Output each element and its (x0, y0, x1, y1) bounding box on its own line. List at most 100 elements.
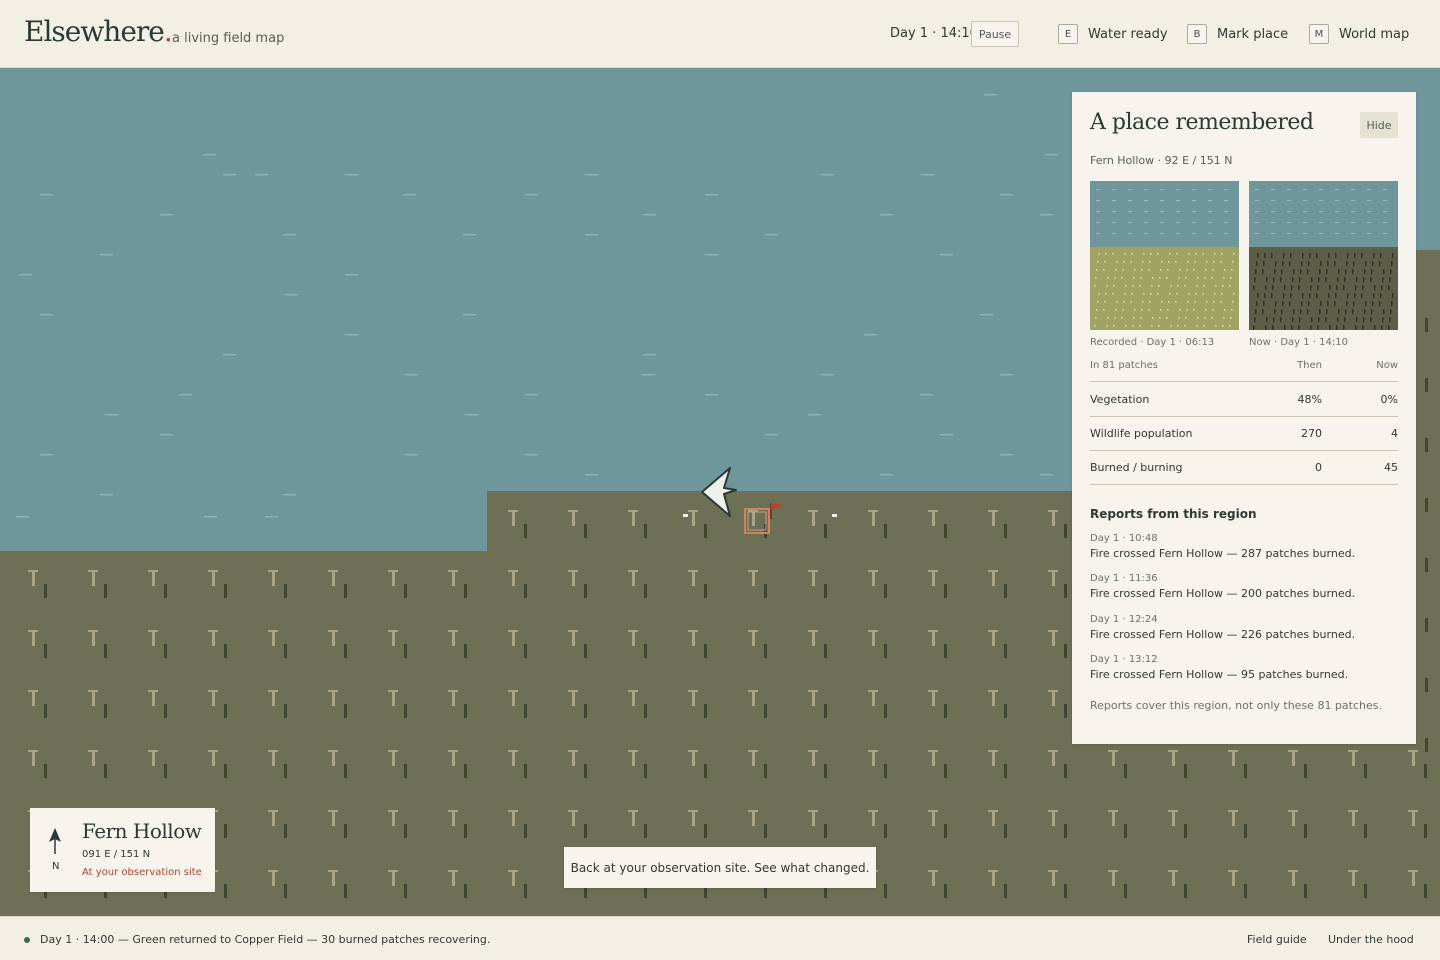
wave-mark (585, 474, 598, 476)
thumb-patch (1151, 325, 1153, 327)
thumb-wave (1160, 189, 1164, 190)
wave-mark (880, 214, 893, 216)
thumb-patch (1224, 269, 1226, 271)
stubble-mark (268, 690, 278, 692)
hide-panel-button[interactable]: Hide (1360, 112, 1398, 138)
thumb-wave (1351, 233, 1355, 234)
stubble-mark (524, 524, 527, 538)
thumb-patch (1223, 317, 1225, 319)
thumb-patch (1300, 269, 1302, 274)
wave-mark (880, 474, 893, 476)
stubble-mark (328, 570, 338, 572)
stubble-mark (644, 764, 647, 778)
thumb-patch (1161, 301, 1163, 303)
stubble-mark (148, 630, 158, 632)
thumb-patch (1176, 293, 1178, 295)
stubble-mark (1064, 584, 1067, 598)
stubble-mark (824, 764, 827, 778)
stubble-mark (872, 692, 875, 706)
wave-mark (40, 194, 53, 196)
stubble-mark (572, 572, 575, 586)
under-the-hood-link[interactable]: Under the hood (1328, 933, 1414, 946)
thumb-wave (1255, 189, 1259, 190)
thumb-land (1249, 247, 1398, 330)
thumb-patch (1115, 309, 1117, 311)
thumb-patch (1105, 253, 1107, 255)
stubble-mark (1052, 812, 1055, 826)
wildlife-mark (832, 514, 837, 517)
world-map-action[interactable]: M World map (1309, 24, 1409, 44)
stubble-mark (928, 510, 938, 512)
thumb-patch (1106, 325, 1108, 327)
stat-then: 270 (1301, 427, 1322, 440)
stubble-mark (752, 572, 755, 586)
stubble-mark (328, 750, 338, 752)
stubble-mark (452, 692, 455, 706)
stubble-mark (44, 764, 47, 778)
mark-place-action[interactable]: B Mark place (1187, 24, 1288, 44)
stubble-mark (572, 692, 575, 706)
bottom-bar: Day 1 · 14:00 — Green returned to Copper… (0, 916, 1440, 960)
thumb-patch (1362, 325, 1364, 330)
report-item: Day 1 · 10:48 Fire crossed Fern Hollow —… (1090, 533, 1400, 560)
stubble-mark (932, 752, 935, 766)
stubble-mark (332, 632, 335, 646)
stubble-mark (644, 584, 647, 598)
thumb-patch (1197, 277, 1199, 279)
stubble-mark (928, 630, 938, 632)
stubble-mark (92, 692, 95, 706)
stubble-mark (568, 570, 578, 572)
stubble-mark (632, 812, 635, 826)
thumb-wave (1271, 189, 1275, 190)
stubble-mark (868, 510, 878, 512)
location-status: At your observation site (82, 867, 202, 878)
wave-mark (403, 194, 416, 196)
thumb-patch (1152, 317, 1154, 319)
stubble-mark (928, 870, 938, 872)
stubble-mark (404, 644, 407, 658)
stubble-mark (88, 570, 98, 572)
stubble-mark (692, 812, 695, 826)
thumb-wave (1287, 211, 1291, 212)
stubble-mark (388, 690, 398, 692)
thumb-patch (1206, 301, 1208, 303)
thumb-patch (1292, 277, 1294, 282)
thumb-patch (1177, 285, 1179, 287)
stubble-mark (208, 690, 218, 692)
thumb-patch (1364, 309, 1366, 314)
thumb-patch (1389, 277, 1391, 282)
thumb-patch (1284, 325, 1286, 330)
stat-now: 45 (1384, 461, 1398, 474)
field-guide-link[interactable]: Field guide (1247, 933, 1307, 946)
stubble-mark (212, 692, 215, 706)
app-logo[interactable]: Elsewhere. (24, 15, 173, 48)
thumb-patch (1338, 269, 1340, 274)
stubble-mark (748, 630, 758, 632)
thumb-patch (1187, 301, 1189, 303)
stubble-mark (644, 704, 647, 718)
stubble-mark (272, 632, 275, 646)
thumb-patch (1381, 325, 1383, 330)
thumb-patch (1160, 269, 1162, 271)
wave-mark (160, 434, 173, 436)
thumb-patch (1133, 277, 1135, 279)
wave-mark (405, 454, 418, 456)
stubble-mark (752, 812, 755, 826)
thumb-wave (1335, 200, 1339, 201)
thumb-patch (1095, 317, 1097, 319)
thumb-patch (1133, 317, 1135, 319)
stubble-mark (1232, 872, 1235, 886)
thumb-patch (1293, 309, 1295, 314)
stubble-mark (932, 512, 935, 526)
stubble-mark (868, 810, 878, 812)
water-ready-action[interactable]: E Water ready (1058, 24, 1168, 44)
wave-mark (705, 254, 718, 256)
stubble-mark (752, 632, 755, 646)
wave-mark (1040, 214, 1053, 216)
stubble-mark (808, 630, 818, 632)
wave-mark (821, 374, 834, 376)
stubble-mark (1184, 884, 1187, 898)
stubble-mark (1108, 810, 1118, 812)
pause-button[interactable]: Pause (971, 21, 1019, 47)
thumb-patch (1283, 253, 1285, 258)
